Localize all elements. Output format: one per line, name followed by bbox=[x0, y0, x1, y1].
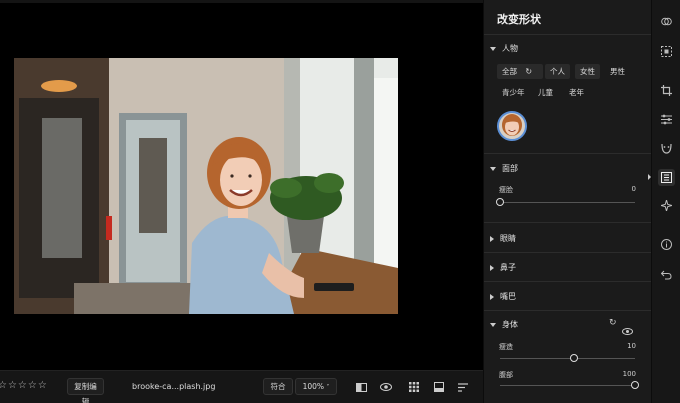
triangle-right-icon bbox=[490, 293, 494, 300]
adjustments-panel: 改变形状 人物 全部 ↻ 个人 女性 男性 青少年 儿童 老年 面部 瘦脸 0 … bbox=[483, 0, 652, 403]
info-icon[interactable] bbox=[658, 236, 675, 253]
reshape-icon[interactable] bbox=[658, 169, 675, 186]
sort-icon[interactable] bbox=[456, 380, 470, 394]
rating-stars[interactable]: ☆☆☆☆☆ bbox=[0, 380, 48, 391]
filter-male[interactable]: 男性 bbox=[605, 64, 630, 79]
slim-face-label: 瘦脸 bbox=[499, 186, 513, 194]
divider bbox=[484, 281, 652, 282]
section-eyes-title: 眼睛 bbox=[500, 234, 516, 243]
active-indicator-arrow bbox=[648, 174, 651, 180]
section-mouth-header[interactable]: 嘴巴 bbox=[490, 291, 516, 302]
filter-all-label: 全部 bbox=[502, 67, 517, 76]
eye-icon[interactable] bbox=[622, 320, 633, 339]
section-body-header[interactable]: 身体 bbox=[490, 319, 518, 330]
divider bbox=[484, 252, 652, 253]
divider bbox=[484, 310, 652, 311]
section-person-header[interactable]: 人物 bbox=[490, 43, 518, 54]
section-nose-title: 鼻子 bbox=[500, 263, 516, 272]
chevron-down-icon: ˅ bbox=[326, 384, 330, 391]
triangle-right-icon bbox=[490, 235, 494, 242]
canvas-top-strip bbox=[0, 0, 483, 3]
triangle-right-icon bbox=[490, 264, 494, 271]
body-slim-slider[interactable] bbox=[500, 354, 635, 362]
filter-child[interactable]: 儿童 bbox=[533, 85, 558, 100]
fit-button[interactable]: 符合 bbox=[263, 378, 293, 395]
section-face-title: 面部 bbox=[502, 164, 518, 173]
section-face-header[interactable]: 面部 bbox=[490, 163, 518, 174]
slim-face-value: 0 bbox=[631, 185, 636, 193]
tool-strip bbox=[648, 0, 680, 403]
copy-edit-button[interactable]: 复制编辑 bbox=[67, 378, 104, 403]
reset-icon[interactable]: ↻ bbox=[609, 318, 617, 328]
filter-all[interactable]: 全部 ↻ bbox=[497, 64, 543, 79]
adjust-sliders-icon[interactable] bbox=[658, 111, 675, 128]
photo-illustration bbox=[14, 58, 398, 314]
filter-individual[interactable]: 个人 bbox=[545, 64, 570, 79]
triangle-down-icon bbox=[490, 166, 496, 171]
panel-title: 改变形状 bbox=[497, 13, 541, 26]
presets-icon[interactable] bbox=[658, 13, 675, 30]
compare-icon[interactable] bbox=[354, 380, 368, 394]
crop-icon[interactable] bbox=[658, 82, 675, 99]
divider bbox=[484, 153, 652, 154]
sparkle-effects-icon[interactable] bbox=[658, 197, 675, 214]
section-mouth-title: 嘴巴 bbox=[500, 292, 516, 301]
filter-elderly[interactable]: 老年 bbox=[564, 85, 589, 100]
filmstrip-icon[interactable] bbox=[432, 380, 446, 394]
slim-face-slider[interactable] bbox=[496, 198, 635, 206]
image-canvas[interactable] bbox=[0, 0, 483, 370]
face-avatar[interactable] bbox=[497, 111, 527, 141]
portrait-face-icon[interactable] bbox=[658, 140, 675, 157]
reset-icon[interactable]: ↻ bbox=[525, 67, 532, 76]
avatar-face-illustration bbox=[502, 114, 522, 136]
section-body-title: 身体 bbox=[502, 320, 518, 329]
triangle-down-icon bbox=[490, 46, 496, 51]
belly-value: 100 bbox=[622, 370, 636, 378]
belly-label: 腹部 bbox=[499, 371, 513, 379]
body-slim-value: 10 bbox=[627, 342, 636, 350]
divider bbox=[484, 34, 652, 35]
eye-icon[interactable] bbox=[379, 380, 393, 394]
zoom-value: 100% bbox=[302, 382, 325, 391]
section-person-title: 人物 bbox=[502, 44, 518, 53]
filter-teen[interactable]: 青少年 bbox=[497, 85, 530, 100]
bottom-toolbar: ☆☆☆☆☆ 复制编辑 brooke-ca...plash.jpg 符合 100%… bbox=[0, 370, 483, 403]
slider-thumb[interactable] bbox=[631, 381, 639, 389]
file-name: brooke-ca...plash.jpg bbox=[132, 382, 216, 391]
triangle-down-icon bbox=[490, 322, 496, 327]
slider-thumb[interactable] bbox=[496, 198, 504, 206]
section-nose-header[interactable]: 鼻子 bbox=[490, 262, 516, 273]
photo-preview[interactable] bbox=[14, 58, 398, 314]
divider bbox=[484, 222, 652, 223]
ai-select-icon[interactable] bbox=[658, 43, 675, 60]
section-eyes-header[interactable]: 眼睛 bbox=[490, 233, 516, 244]
slider-thumb[interactable] bbox=[570, 354, 579, 362]
zoom-dropdown[interactable]: 100% ˅ bbox=[295, 378, 337, 395]
grid-view-icon[interactable] bbox=[407, 380, 421, 394]
filter-female[interactable]: 女性 bbox=[575, 64, 600, 79]
belly-slider[interactable] bbox=[500, 381, 639, 389]
body-slim-label: 瘦造 bbox=[499, 343, 513, 351]
undo-icon[interactable] bbox=[658, 266, 675, 283]
